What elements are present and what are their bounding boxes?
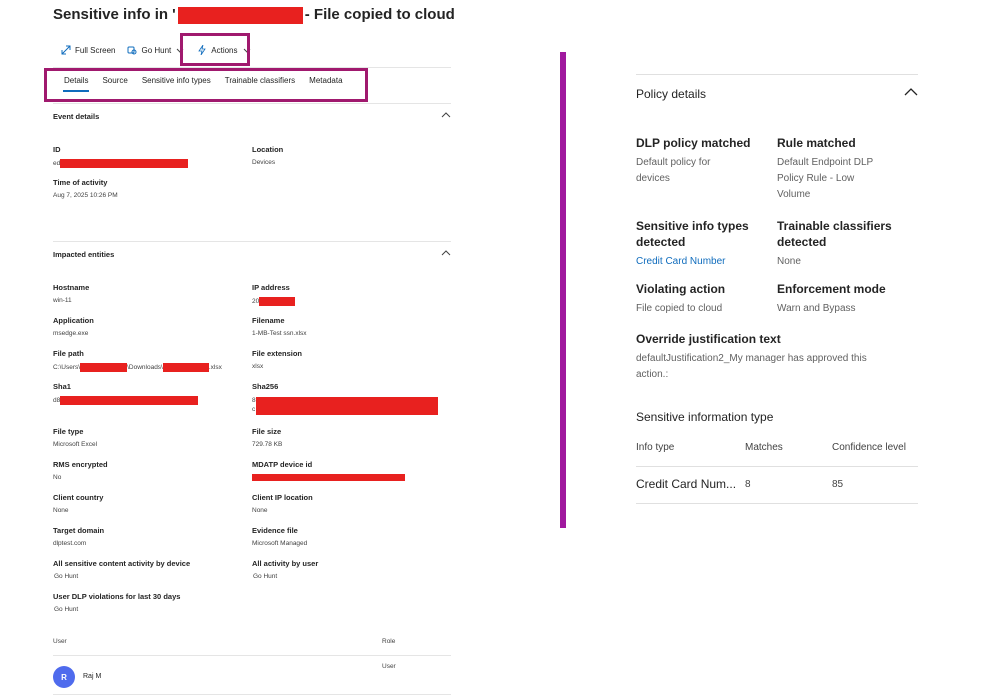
details-panel: Sensitive info in ' - File copied to clou… xyxy=(44,0,455,697)
all-activity-by-user-field: All activity by user Go Hunt xyxy=(252,559,319,580)
trainable-classifiers-field: Trainable classifiers detected None xyxy=(777,219,892,267)
all-sensitive-activity-field: All sensitive content activity by device… xyxy=(53,559,191,580)
user-dlp-violations-field: User DLP violations for last 30 days Go … xyxy=(53,592,181,613)
ip-address-field: IP address 20 xyxy=(252,283,296,306)
divider xyxy=(636,74,918,75)
evidence-file-field: Evidence file Microsoft Managed xyxy=(252,526,308,547)
panel-separator xyxy=(560,52,566,528)
hunt-icon xyxy=(127,46,137,55)
divider xyxy=(636,466,918,467)
tabs-highlight-box xyxy=(44,68,368,102)
sensitive-info-types-field: Sensitive info types detected Credit Card… xyxy=(636,218,776,270)
user-name[interactable]: Raj M xyxy=(83,673,101,680)
impacted-entities-heading: Impacted entities xyxy=(53,250,115,259)
divider xyxy=(53,241,451,242)
avatar: R xyxy=(53,666,75,688)
go-hunt-link[interactable]: Go Hunt xyxy=(54,573,190,580)
override-justification-field: Override justification text defaultJusti… xyxy=(636,332,867,380)
id-field: ID ed xyxy=(53,145,189,168)
target-domain-field: Target domain dlptest.com xyxy=(53,526,105,547)
client-country-field: Client country None xyxy=(53,493,104,514)
chevron-up-icon[interactable] xyxy=(441,248,451,258)
go-hunt-link[interactable]: Go Hunt xyxy=(253,573,318,580)
sha256-field: Sha256 8 c xyxy=(252,382,438,415)
client-ip-location-field: Client IP location None xyxy=(252,493,313,514)
filename-field: Filename 1-MB-Test ssn.xlsx xyxy=(252,316,307,337)
matches-cell: 8 xyxy=(745,479,751,490)
file-extension-field: File extension xlsx xyxy=(252,349,303,370)
redacted-text xyxy=(256,397,438,415)
divider xyxy=(636,503,918,504)
redacted-text xyxy=(259,297,296,306)
expand-icon xyxy=(61,45,71,55)
sensitive-information-type-heading: Sensitive information type xyxy=(636,410,774,424)
redacted-text xyxy=(162,363,209,372)
file-size-field: File size 729.78 KB xyxy=(252,427,283,448)
policy-details-heading: Policy details xyxy=(636,87,707,101)
redacted-text xyxy=(80,363,128,372)
full-screen-button[interactable]: Full Screen xyxy=(55,40,121,60)
violating-action-field: Violating action File copied to cloud xyxy=(636,282,726,314)
matches-column-header: Matches xyxy=(745,442,783,453)
hostname-field: Hostname win-11 xyxy=(53,283,90,304)
chevron-up-icon[interactable] xyxy=(904,86,918,98)
user-column-header: User xyxy=(53,638,67,645)
sha1-field: Sha1 d8 xyxy=(53,382,199,405)
go-hunt-link[interactable]: Go Hunt xyxy=(54,606,180,613)
user-role: User xyxy=(382,663,396,670)
file-path-field: File path C:\Users\ \Downloads\ .xlsx xyxy=(53,349,222,372)
time-of-activity-field: Time of activity Aug 7, 2025 10:26 PM xyxy=(53,178,118,199)
page-title: Sensitive info in ' - File copied to clou… xyxy=(53,6,455,24)
credit-card-number-link[interactable]: Credit Card Number xyxy=(636,254,776,270)
mdatp-device-id-field: MDATP device id xyxy=(252,460,405,481)
file-type-field: File type Microsoft Excel xyxy=(53,427,98,448)
dlp-policy-matched-field: DLP policy matched Default policy for dev… xyxy=(636,136,751,184)
rms-encrypted-field: RMS encrypted No xyxy=(53,460,108,481)
chevron-up-icon[interactable] xyxy=(441,110,451,120)
redacted-text xyxy=(177,6,303,24)
location-field: Location Devices xyxy=(252,145,284,166)
rule-matched-field: Rule matched Default Endpoint DLP Policy … xyxy=(777,136,874,200)
actions-highlight-box xyxy=(180,33,250,66)
application-field: Application msedge.exe xyxy=(53,316,94,337)
confidence-level-column-header: Confidence level xyxy=(832,442,906,453)
redacted-text xyxy=(252,474,405,481)
divider xyxy=(53,655,451,656)
confidence-level-cell: 85 xyxy=(832,479,844,490)
divider xyxy=(53,103,451,104)
event-details-heading: Event details xyxy=(53,112,100,121)
enforcement-mode-field: Enforcement mode Warn and Bypass xyxy=(777,282,886,314)
redacted-text xyxy=(60,159,189,168)
redacted-text xyxy=(60,396,199,405)
info-type-column-header: Info type xyxy=(636,442,675,453)
info-type-cell[interactable]: Credit Card Num... xyxy=(636,477,736,491)
divider xyxy=(53,694,451,695)
role-column-header: Role xyxy=(382,638,396,645)
